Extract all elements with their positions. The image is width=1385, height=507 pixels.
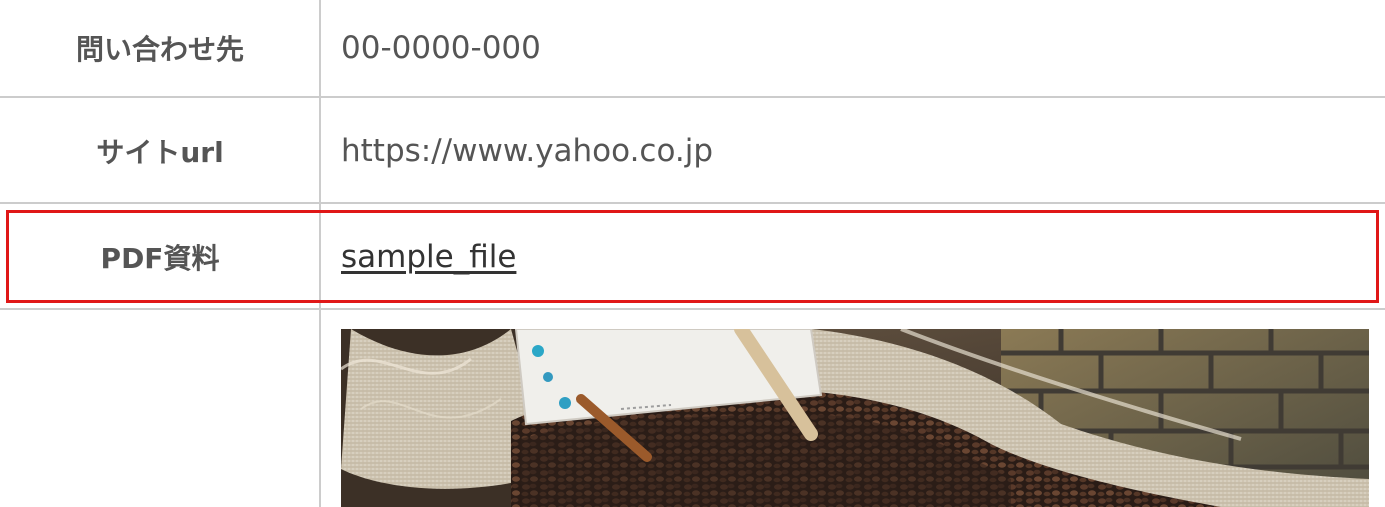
pdf-file-link[interactable]: sample_file	[341, 239, 516, 275]
contact-label: 問い合わせ先	[75, 33, 244, 66]
coffee-photo	[341, 329, 1369, 507]
contact-value: 00-0000-000	[341, 30, 541, 66]
site-url-value: https://www.yahoo.co.jp	[341, 132, 714, 169]
pdf-value-cell: sample_file	[341, 204, 1385, 309]
coffee-photo-graphic	[341, 329, 1369, 507]
row-divider	[0, 308, 1385, 310]
pdf-label: PDF資料	[100, 241, 220, 275]
table-row-pdf: PDF資料 sample_file	[0, 204, 1385, 309]
table-row-site-url: サイトurl https://www.yahoo.co.jp	[0, 98, 1385, 203]
site-url-label: サイトurl	[96, 135, 224, 169]
table-row-contact: 問い合わせ先 00-0000-000	[0, 0, 1385, 96]
